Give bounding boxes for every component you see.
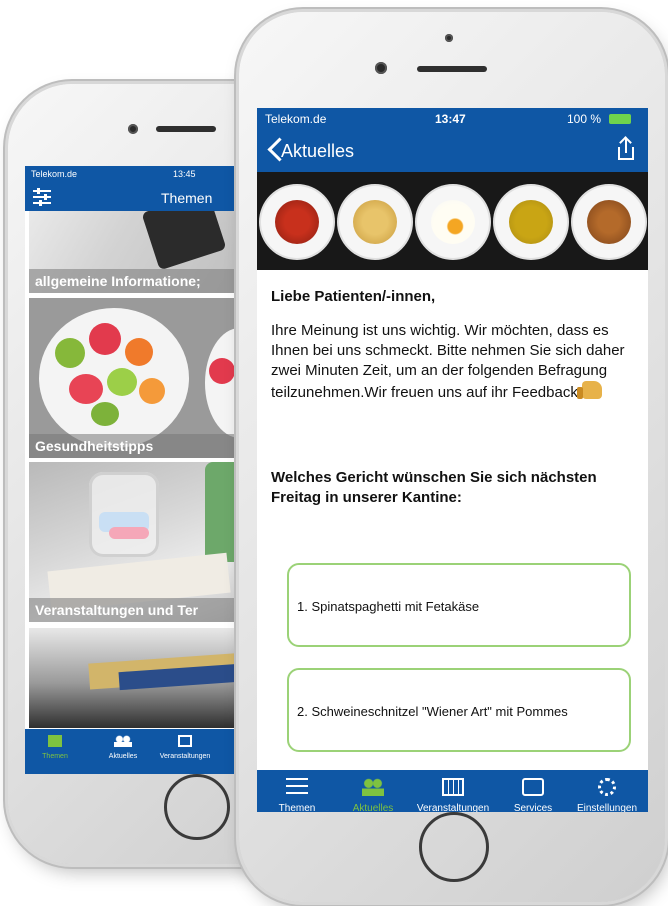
tab-label: Services	[513, 803, 553, 812]
tab-bar: Themen Aktuelles Veranstaltungen Service…	[257, 770, 648, 812]
front-camera	[128, 124, 138, 134]
plate-image	[495, 186, 567, 258]
filter-menu-icon[interactable]	[33, 188, 51, 206]
topic-tile[interactable]: Veranstaltungen und Ter	[29, 462, 241, 622]
tab-label: Aktuelles	[108, 753, 138, 760]
home-button[interactable]	[164, 774, 230, 840]
status-time: 13:47	[435, 112, 466, 126]
survey-question: Welches Gericht wünschen Sie sich nächst…	[271, 469, 597, 506]
tab-label: Veranstaltungen	[159, 753, 211, 760]
services-icon	[522, 778, 544, 796]
battery-icon	[609, 114, 631, 124]
article-paragraph: Ihre Meinung ist uns wichtig. Wir möchte…	[271, 322, 625, 401]
tab-label: Aktuelles	[352, 803, 394, 812]
tab-aktuelles[interactable]: Aktuelles	[333, 778, 413, 812]
greeting-heading: Liebe Patienten/-innen,	[271, 288, 436, 305]
plate-image	[339, 186, 411, 258]
plate-image	[261, 186, 333, 258]
nav-bar: Aktuelles	[257, 130, 648, 172]
plate-image	[417, 186, 489, 258]
topic-tile-label: Gesundheitstipps	[29, 434, 241, 458]
tab-label: Einstellungen	[576, 803, 638, 812]
calendar-icon	[442, 778, 464, 796]
battery-percent: 100 %	[567, 112, 602, 126]
people-icon	[114, 735, 132, 747]
tab-bar: Themen Aktuelles Veranstaltungen	[25, 729, 245, 774]
back-screen: Telekom.de 13:45 Themen allgemeine Infor…	[25, 166, 245, 774]
tab-label: Veranstaltungen	[416, 803, 490, 812]
food-banner-image	[257, 172, 648, 270]
tab-themen[interactable]: Themen	[257, 778, 337, 812]
nav-title: Themen	[161, 190, 213, 206]
tab-label: Themen	[278, 803, 316, 812]
carrier-label: Telekom.de	[265, 112, 327, 126]
front-camera	[375, 62, 387, 74]
list-icon	[286, 778, 308, 796]
thumbs-up-icon	[576, 381, 602, 399]
survey-option[interactable]: 2. Schweineschnitzel "Wiener Art" mit Po…	[287, 668, 631, 752]
nav-bar: Themen	[25, 184, 245, 211]
front-screen: Telekom.de 13:47 100 % Aktuelles Liebe P…	[257, 108, 648, 812]
status-time: 13:45	[173, 169, 196, 179]
tablet-image	[141, 211, 227, 271]
earpiece-speaker	[417, 66, 487, 72]
carrier-label: Telekom.de	[31, 169, 78, 179]
topic-tile-label: allgemeine Informatione;	[29, 269, 241, 293]
tab-label: Themen	[42, 753, 68, 760]
survey-option[interactable]: 1. Spinatspaghetti mit Fetakäse	[287, 563, 631, 647]
calendar-icon	[178, 735, 192, 747]
tab-services[interactable]: Services	[493, 778, 573, 812]
sensor-dot	[445, 34, 453, 42]
people-icon	[362, 778, 384, 796]
survey-option-label: 2. Schweineschnitzel "Wiener Art" mit Po…	[297, 704, 568, 719]
front-phone: Telekom.de 13:47 100 % Aktuelles Liebe P…	[239, 12, 665, 902]
earpiece-speaker	[156, 126, 216, 132]
status-bar: Telekom.de 13:45	[25, 166, 245, 184]
topic-tile[interactable]: Gesundheitstipps	[29, 298, 241, 458]
gear-icon	[598, 778, 616, 796]
survey-option-label: 1. Spinatspaghetti mit Fetakäse	[297, 599, 480, 614]
list-icon	[48, 735, 62, 747]
topic-tile-label: Veranstaltungen und Ter	[29, 598, 241, 622]
topic-tile[interactable]: allgemeine Informatione;	[29, 211, 241, 293]
tab-einstellungen[interactable]: Einstellungen	[567, 778, 647, 812]
tab-veranstaltungen[interactable]: Veranstaltungen	[413, 778, 493, 812]
article-body: Liebe Patienten/-innen, Ihre Meinung ist…	[271, 288, 635, 403]
tab-themen[interactable]: Themen	[25, 735, 85, 760]
status-bar: Telekom.de 13:47 100 %	[257, 108, 648, 130]
plate-image	[573, 186, 645, 258]
back-button[interactable]: Aktuelles	[257, 130, 367, 172]
topic-tile[interactable]	[29, 628, 241, 728]
home-button[interactable]	[419, 812, 489, 882]
share-icon[interactable]	[618, 138, 634, 160]
tab-veranstaltungen[interactable]: Veranstaltungen	[155, 735, 215, 760]
tab-aktuelles[interactable]: Aktuelles	[93, 735, 153, 760]
back-label: Aktuelles	[281, 141, 355, 161]
